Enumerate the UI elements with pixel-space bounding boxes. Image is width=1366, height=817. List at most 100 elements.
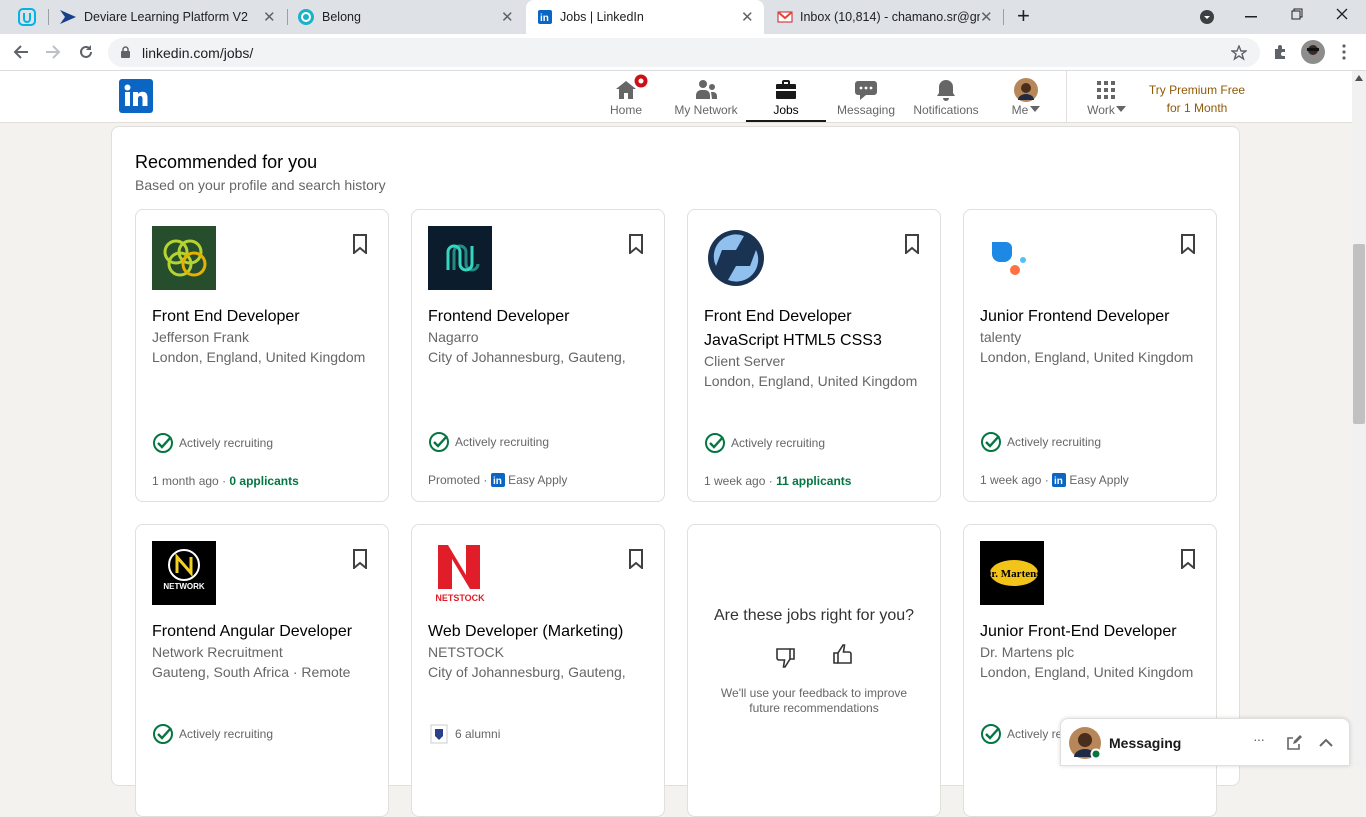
tab-udacity[interactable] bbox=[0, 0, 48, 34]
job-card[interactable]: Dr. Martens Junior Front-End Developer D… bbox=[963, 524, 1217, 817]
bookmark-icon[interactable] bbox=[1180, 549, 1196, 569]
job-card[interactable]: NETSTOCK Web Developer (Marketing) NETST… bbox=[411, 524, 665, 817]
network-recruitment-logo: NETWORK bbox=[152, 541, 216, 605]
job-location: London, England, United Kingdom bbox=[980, 664, 1194, 680]
restore-icon[interactable] bbox=[1291, 8, 1303, 20]
try-premium-link[interactable]: Try Premium Free for 1 Month bbox=[1140, 81, 1254, 117]
job-location: Gauteng, South Africa · Remote bbox=[152, 664, 351, 680]
bookmark-icon[interactable] bbox=[1180, 234, 1196, 254]
notification-badge bbox=[634, 74, 648, 88]
linkedin-icon: in bbox=[538, 10, 552, 24]
bookmark-icon[interactable] bbox=[628, 549, 644, 569]
linkedin-logo[interactable] bbox=[119, 79, 153, 113]
bookmark-icon[interactable] bbox=[352, 234, 368, 254]
easy-apply: Easy Apply bbox=[508, 473, 568, 487]
browser-menu-icon[interactable] bbox=[1342, 44, 1346, 60]
job-location: City of Johannesburg, Gauteng, bbox=[428, 664, 626, 680]
job-card[interactable]: Front End Developer Jefferson Frank Lond… bbox=[135, 209, 389, 502]
messaging-overlay[interactable]: Messaging ··· bbox=[1060, 718, 1350, 766]
back-icon[interactable] bbox=[13, 44, 29, 60]
nav-my-network[interactable]: My Network bbox=[666, 71, 746, 123]
tab-belong[interactable]: Belong ✕ bbox=[288, 0, 524, 34]
browser-tab-bar: Deviare Learning Platform V2 ✕ Belong ✕ … bbox=[0, 0, 1366, 34]
nav-jobs[interactable]: Jobs bbox=[746, 71, 826, 123]
belong-icon bbox=[298, 9, 314, 25]
job-title[interactable]: Frontend Developer bbox=[428, 305, 650, 329]
job-footer: 1 week ago · in Easy Apply bbox=[980, 473, 1129, 487]
bookmark-icon[interactable] bbox=[628, 234, 644, 254]
new-tab-button[interactable]: + bbox=[1017, 3, 1030, 29]
close-icon[interactable]: ✕ bbox=[263, 8, 276, 26]
job-title[interactable]: Junior Front-End Developer bbox=[980, 620, 1202, 644]
nav-messaging[interactable]: Messaging bbox=[826, 71, 906, 123]
chat-icon bbox=[855, 81, 877, 100]
job-title[interactable]: Web Developer (Marketing) bbox=[428, 620, 650, 644]
posted-time: 1 week ago bbox=[980, 473, 1042, 487]
thumbs-down-icon[interactable] bbox=[774, 645, 798, 669]
job-title[interactable]: Front End Developer bbox=[152, 305, 374, 329]
jefferson-frank-logo bbox=[152, 226, 216, 290]
deviare-icon bbox=[60, 10, 76, 24]
more-options-icon[interactable]: ··· bbox=[1253, 731, 1265, 747]
easy-apply: Easy Apply bbox=[1069, 473, 1129, 487]
address-bar[interactable]: linkedin.com/jobs/ bbox=[108, 38, 1260, 67]
forward-icon[interactable] bbox=[45, 44, 61, 60]
nav-work[interactable]: Work bbox=[1066, 71, 1146, 123]
messaging-avatar bbox=[1069, 727, 1101, 759]
svg-text:NETWORK: NETWORK bbox=[163, 582, 205, 591]
extensions-icon[interactable] bbox=[1272, 44, 1288, 60]
browser-toolbar: linkedin.com/jobs/ bbox=[0, 34, 1366, 71]
nav-home[interactable]: Home bbox=[586, 71, 666, 123]
job-title[interactable]: Junior Frontend Developer bbox=[980, 305, 1202, 329]
profile-avatar-icon[interactable] bbox=[1301, 40, 1325, 64]
scrollbar-thumb[interactable] bbox=[1353, 244, 1365, 424]
recommended-jobs-panel: Recommended for you Based on your profil… bbox=[111, 126, 1240, 817]
target-check-icon bbox=[153, 433, 173, 453]
tab-deviare[interactable]: Deviare Learning Platform V2 ✕ bbox=[50, 0, 286, 34]
target-check-icon bbox=[705, 433, 725, 453]
minimize-icon[interactable] bbox=[1245, 16, 1257, 18]
job-title[interactable]: Frontend Angular Developer bbox=[152, 620, 374, 644]
tab-gmail[interactable]: Inbox (10,814) - chamano.sr@gm ✕ bbox=[766, 0, 1002, 34]
promoted-label: Promoted bbox=[428, 473, 481, 487]
job-title[interactable]: Front End Developer JavaScript HTML5 CSS… bbox=[704, 305, 926, 353]
svg-text:in: in bbox=[540, 13, 549, 24]
job-company: Dr. Martens plc bbox=[980, 644, 1075, 660]
thumbs-up-icon[interactable] bbox=[830, 643, 854, 667]
close-icon[interactable]: ✕ bbox=[980, 8, 993, 26]
me-avatar-icon bbox=[1014, 78, 1038, 102]
nav-me[interactable]: Me bbox=[986, 71, 1066, 123]
feedback-card: Are these jobs right for you? We'll use … bbox=[687, 524, 941, 817]
target-check-icon bbox=[153, 724, 173, 744]
applicant-count: 11 applicants bbox=[776, 474, 852, 488]
chevron-up-icon[interactable] bbox=[1318, 737, 1334, 747]
feedback-question: Are these jobs right for you? bbox=[713, 607, 915, 624]
active-indicator bbox=[746, 120, 826, 122]
premium-line-1: Try Premium Free bbox=[1148, 83, 1246, 97]
reload-icon[interactable] bbox=[78, 44, 94, 60]
target-check-icon bbox=[981, 724, 1001, 744]
close-icon[interactable]: ✕ bbox=[501, 8, 514, 26]
job-card[interactable]: Junior Frontend Developer talenty London… bbox=[963, 209, 1217, 502]
dr-martens-logo: Dr. Martens bbox=[980, 541, 1044, 605]
job-card[interactable]: NETWORK Frontend Angular Developer Netwo… bbox=[135, 524, 389, 817]
netstock-logo: NETSTOCK bbox=[428, 541, 492, 605]
svg-text:Dr. Martens: Dr. Martens bbox=[983, 568, 1041, 580]
window-close-icon[interactable] bbox=[1336, 8, 1348, 20]
job-company: Client Server bbox=[704, 353, 785, 369]
bookmark-icon[interactable] bbox=[352, 549, 368, 569]
scroll-up-icon[interactable] bbox=[1355, 75, 1363, 81]
tab-title: Deviare Learning Platform V2 bbox=[84, 10, 248, 24]
tab-title: Inbox (10,814) - chamano.sr@gm bbox=[800, 10, 980, 24]
tab-linkedin-jobs[interactable]: in Jobs | LinkedIn ✕ bbox=[526, 0, 764, 34]
bookmark-icon[interactable] bbox=[904, 234, 920, 254]
bookmark-star-icon[interactable] bbox=[1231, 45, 1247, 61]
job-card[interactable]: Front End Developer JavaScript HTML5 CSS… bbox=[687, 209, 941, 502]
compose-icon[interactable] bbox=[1286, 735, 1302, 751]
tab-search-icon[interactable] bbox=[1199, 9, 1215, 25]
close-icon[interactable]: ✕ bbox=[741, 8, 754, 26]
nav-work-label: Work bbox=[1087, 103, 1115, 117]
job-location: London, England, United Kingdom bbox=[152, 349, 366, 365]
job-card[interactable]: Frontend Developer Nagarro City of Johan… bbox=[411, 209, 665, 502]
udacity-icon bbox=[18, 8, 36, 26]
